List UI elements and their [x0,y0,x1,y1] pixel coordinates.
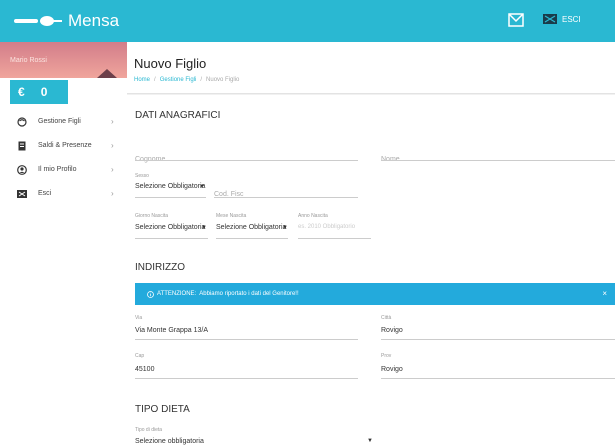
dropdown-arrow-icon: ▼ [282,225,288,231]
profile-icon [17,165,27,175]
chevron-right-icon: › [111,117,114,126]
citta-label: Città [381,315,392,321]
nome-field[interactable]: Nome [381,148,615,163]
chevron-right-icon: › [111,141,114,150]
chevron-right-icon: › [111,165,114,174]
citta-value: Rovigo [381,327,403,334]
info-alert: ATTENZIONE: Abbiamo riportato i dati del… [135,283,615,305]
balance-amount: 0 [40,85,48,99]
user-name: Mario Rossi [10,57,47,64]
logout-button[interactable]: ESCI [543,14,581,24]
sesso-select[interactable]: Sesso Selezione Obbligatoria [135,173,206,198]
via-value: Via Monte Grappa 13/A [135,327,209,334]
prov-label: Prov [381,353,392,359]
prov-field[interactable]: Prov Rovigo [381,353,615,379]
section-tipo-dieta: TIPO DIETA [135,404,190,415]
app-title: Mensa [68,11,120,30]
currency-symbol: € [18,85,25,99]
giorno-value: Selezione Obbligatoria [135,224,206,231]
message-icon[interactable] [507,11,525,29]
wallet-balance[interactable]: € 0 [10,80,68,104]
sidebar-item-label: Saldi & Presenze [38,142,92,149]
exit-icon [17,190,27,198]
user-banner: Mario Rossi [0,42,127,78]
page-title: Nuovo Figlio [134,56,207,71]
alert-text: Abbiamo riportato i dati del Genitore!! [199,291,299,297]
sesso-label: Sesso [135,173,149,179]
breadcrumb-current: Nuovo Figlio [206,77,240,83]
close-icon[interactable]: × [602,289,607,298]
page-header: Nuovo Figlio Home / Gestione Figli / Nuo… [127,42,615,94]
breadcrumb: Home / Gestione Figli / Nuovo Figlio [134,77,239,83]
sidebar: Mario Rossi € 0 Gestione Figli › Saldi &… [0,42,127,445]
tipo-dieta-value: Selezione obbligatoria [135,438,204,445]
anno-nascita-field[interactable]: Anno Nascita es. 2010 Obbligatorio [298,213,371,239]
dropdown-arrow-icon: ▼ [199,184,205,190]
breadcrumb-gestione-figli[interactable]: Gestione Figli [160,77,197,83]
sidebar-item-gestione-figli[interactable]: Gestione Figli › [0,110,127,134]
tipo-dieta-select[interactable]: Tipo di dieta Selezione obbligatoria [135,427,375,445]
sidebar-menu: Gestione Figli › Saldi & Presenze › Il m… [0,110,127,206]
cutlery-logo-icon [14,16,62,26]
mese-value: Selezione Obbligatoria [216,224,287,231]
section-dati-anagrafici: DATI ANAGRAFICI [135,110,221,121]
breadcrumb-separator: / [154,77,156,83]
giorno-nascita-select[interactable]: Giorno Nascita Selezione Obbligatoria [135,213,208,239]
sesso-value: Selezione Obbligatoria [135,183,206,190]
sidebar-item-saldi-presenze[interactable]: Saldi & Presenze › [0,134,127,158]
dropdown-arrow-icon: ▼ [201,225,207,231]
cap-field[interactable]: Cap 45100 [135,353,358,379]
sidebar-item-label: Gestione Figli [38,118,81,125]
anno-placeholder: es. 2010 Obbligatorio [298,224,356,230]
sidebar-item-label: Il mio Profilo [38,166,77,173]
prov-value: Rovigo [381,366,403,373]
sidebar-item-label: Esci [38,190,52,197]
top-bar: Mensa ESCI [0,0,615,42]
giorno-label: Giorno Nascita [135,213,169,219]
citta-field[interactable]: Città Rovigo [381,315,615,340]
form-panel: DATI ANAGRAFICI Cognome Nome Sesso Selez… [127,95,615,445]
tipo-dieta-label: Tipo di dieta [135,427,163,433]
ledger-icon [18,141,26,151]
mese-label: Mese Nascita [216,213,247,219]
child-icon [17,117,27,127]
section-indirizzo: INDIRIZZO [135,262,185,273]
sidebar-item-esci[interactable]: Esci › [0,182,127,206]
info-icon [147,290,154,298]
mese-nascita-select[interactable]: Mese Nascita Selezione Obbligatoria [216,213,288,239]
dropdown-arrow-icon: ▼ [367,438,373,444]
anno-label: Anno Nascita [298,213,328,219]
chevron-right-icon: › [111,189,114,198]
cognome-field[interactable]: Cognome [135,148,358,163]
exit-icon [543,14,557,24]
logout-label: ESCI [562,14,581,24]
banner-decoration [97,69,117,78]
via-label: Via [135,315,143,321]
sidebar-item-profilo[interactable]: Il mio Profilo › [0,158,127,182]
via-field[interactable]: Via Via Monte Grappa 13/A [135,315,358,340]
cod-fisc-field[interactable]: Cod. Fisc [214,183,358,198]
alert-label: ATTENZIONE: [157,291,197,297]
cap-value: 45100 [135,366,155,373]
breadcrumb-home[interactable]: Home [134,77,150,83]
cap-label: Cap [135,353,145,359]
breadcrumb-separator: / [200,77,203,83]
